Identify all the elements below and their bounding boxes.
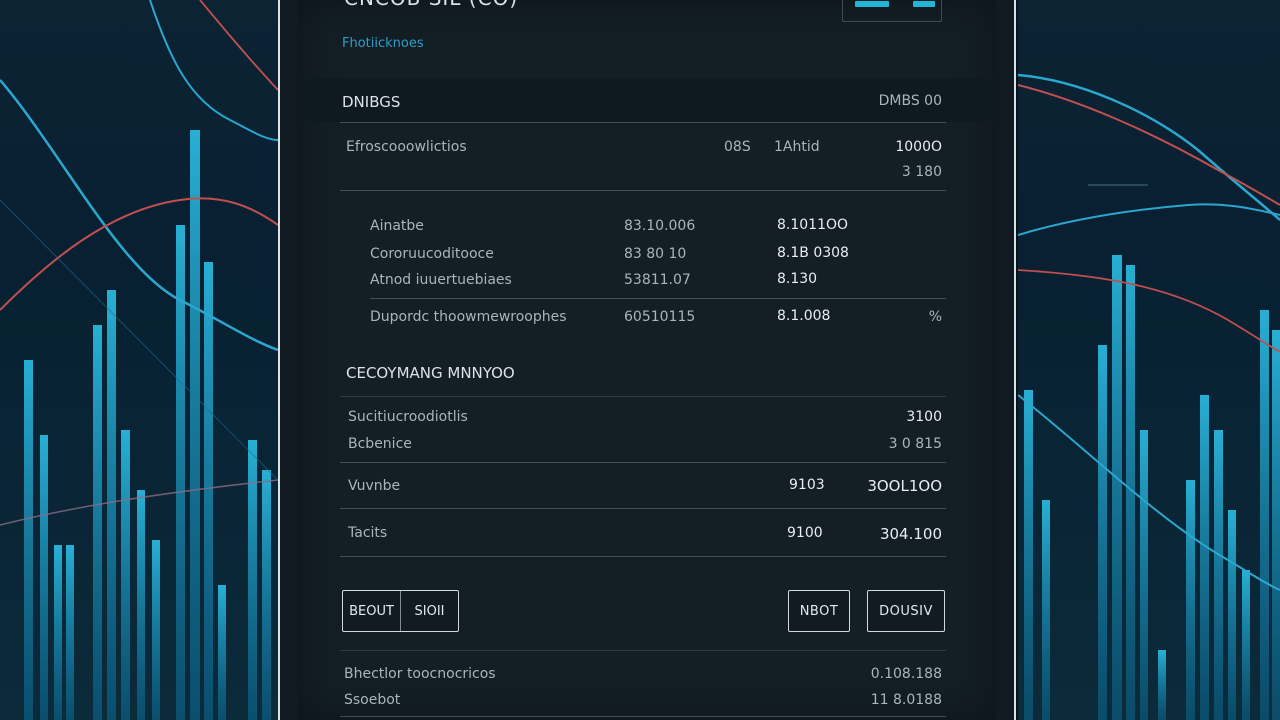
divider bbox=[340, 508, 946, 509]
section-title: CECOYMANG MNNYOO bbox=[346, 364, 515, 382]
footer-label: Ssoebot bbox=[344, 692, 401, 708]
mid-action-button[interactable]: NBOT bbox=[788, 590, 850, 632]
detail-value-b: 8.1011OO bbox=[777, 217, 849, 233]
table-header-label: DNIBGS bbox=[342, 93, 401, 111]
toggle-bar-right bbox=[913, 1, 935, 7]
footer-value: 0.108.188 bbox=[870, 666, 942, 682]
divider bbox=[340, 396, 946, 397]
footer-value: 11 8.0188 bbox=[870, 692, 942, 708]
divider bbox=[340, 462, 946, 463]
detail-value-b: 8.130 bbox=[777, 271, 818, 287]
page-title: CNCOB SIL (CO) bbox=[344, 0, 518, 10]
summary-col-b: 1Ahtid bbox=[774, 139, 820, 155]
summary-value-1: 1000O bbox=[895, 139, 942, 155]
summary-label: Efroscooowlictios bbox=[346, 139, 467, 155]
summary-value-2: 3 180 bbox=[901, 164, 942, 180]
background-chart-right bbox=[1018, 0, 1280, 720]
segment-right-button[interactable]: SIOII bbox=[400, 591, 458, 631]
primary-action-button[interactable]: DOUSIV bbox=[867, 590, 945, 632]
invoice-panel: CNCOB SIL (CO) Fhotiicknoes DNIBGS DMBS … bbox=[298, 0, 996, 720]
table-header-value: DMBS 00 bbox=[878, 93, 942, 109]
total-row-value-a: 9103 bbox=[789, 477, 825, 493]
detail-total-value-b: 8.1.008 bbox=[777, 308, 831, 324]
detail-total-flag: % bbox=[928, 309, 942, 325]
detail-label: Ainatbe bbox=[370, 218, 424, 234]
total-row-value-b: 3OOL1OO bbox=[867, 477, 942, 495]
total-row-label: Tacits bbox=[348, 525, 388, 541]
toggle-widget[interactable] bbox=[842, 0, 942, 22]
segmented-control: BEOUT SIOII bbox=[342, 590, 459, 632]
divider bbox=[340, 122, 946, 123]
detail-value-a: 83.10.006 bbox=[624, 218, 696, 234]
screen: CNCOB SIL (CO) Fhotiicknoes DNIBGS DMBS … bbox=[0, 0, 1280, 720]
divider bbox=[370, 298, 946, 299]
summary-col-a: 08S bbox=[724, 139, 751, 155]
detail-label: Atnod iuuertuebiaes bbox=[370, 272, 512, 288]
background-chart-left bbox=[0, 0, 278, 720]
divider bbox=[340, 716, 946, 717]
background-chart-right-graphic bbox=[1018, 73, 1280, 720]
footer-label: Bhectlor toocnocricos bbox=[344, 666, 496, 682]
detail-label: Cororuucoditooce bbox=[370, 246, 494, 262]
divider bbox=[340, 650, 946, 651]
section-row-value: 3 0 815 bbox=[888, 436, 942, 452]
section-row-value: 3100 bbox=[906, 409, 942, 425]
section-row-label: Sucitiucroodiotlis bbox=[348, 409, 468, 425]
divider bbox=[340, 190, 946, 191]
detail-total-label: Dupordc thoowmewroophes bbox=[370, 309, 567, 325]
background-chart-left-graphic bbox=[0, 0, 278, 720]
segment-left-button[interactable]: BEOUT bbox=[343, 591, 400, 631]
detail-value-b: 8.1B 0308 bbox=[777, 245, 849, 261]
total-row-value-a: 9100 bbox=[787, 525, 823, 541]
section-row-label: Bcbenice bbox=[348, 436, 412, 452]
page-subtitle[interactable]: Fhotiicknoes bbox=[342, 36, 424, 51]
toggle-bar-left bbox=[855, 1, 889, 7]
detail-total-value-a: 60510115 bbox=[624, 309, 696, 325]
detail-value-a: 83 80 10 bbox=[624, 246, 687, 262]
detail-value-a: 53811.07 bbox=[624, 272, 691, 288]
divider bbox=[340, 556, 946, 557]
total-row-label: Vuvnbe bbox=[348, 478, 401, 494]
total-row-value-b: 304.100 bbox=[879, 525, 942, 543]
